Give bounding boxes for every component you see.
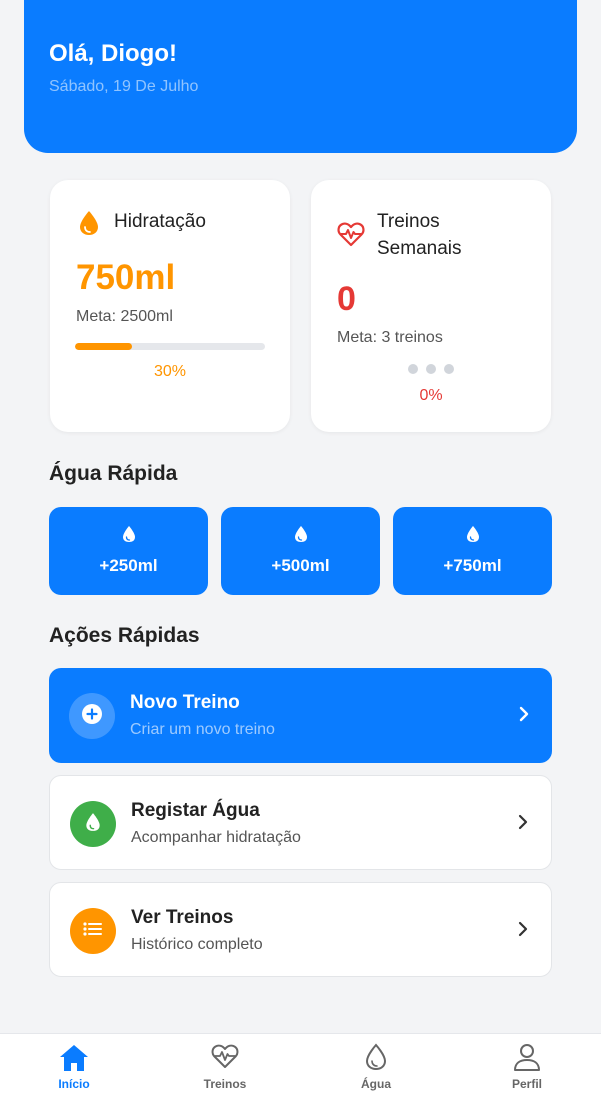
add-250ml-label: +250ml: [99, 556, 158, 575]
water-drop-icon: [466, 525, 480, 548]
water-drop-icon: [294, 525, 308, 548]
hydration-progress-fill: [75, 343, 132, 350]
workouts-progress-dots: [311, 364, 551, 374]
water-drop-icon: [85, 812, 101, 837]
log-water-subtitle: Acompanhar hidratação: [131, 829, 301, 846]
log-water-icon-circle: [70, 801, 116, 847]
chevron-right-icon: [517, 920, 529, 943]
header-banner: Olá, Diogo! Sábado, 19 De Julho: [24, 0, 577, 153]
hydration-card[interactable]: Hidratação 750ml Meta: 2500ml 30%: [50, 180, 290, 432]
add-750ml-button[interactable]: +750ml: [393, 507, 552, 595]
water-drop-icon: [76, 209, 102, 242]
quick-water-title: Água Rápida: [49, 462, 178, 485]
heartbeat-icon: [210, 1043, 240, 1074]
workouts-title-line2: Semanais: [377, 238, 462, 259]
workout-dot: [444, 364, 454, 374]
new-workout-title: Novo Treino: [130, 692, 240, 713]
log-water-button[interactable]: Registar Água Acompanhar hidratação: [49, 775, 552, 870]
add-750ml-label: +750ml: [443, 556, 502, 575]
plus-circle-icon: [81, 703, 103, 730]
workouts-percent: 0%: [419, 387, 443, 404]
workout-dot: [408, 364, 418, 374]
user-icon: [513, 1043, 541, 1076]
workouts-title-line1: Treinos: [377, 211, 440, 232]
hydration-percent: 30%: [153, 363, 187, 380]
view-workouts-subtitle: Histórico completo: [131, 936, 263, 953]
chevron-right-icon: [518, 705, 530, 728]
hydration-progress-bar: [75, 343, 265, 350]
chevron-right-icon: [517, 813, 529, 836]
water-drop-icon: [122, 525, 136, 548]
view-workouts-button[interactable]: Ver Treinos Histórico completo: [49, 882, 552, 977]
nav-item-workouts[interactable]: Treinos: [175, 1034, 275, 1093]
weekly-workouts-card[interactable]: Treinos Semanais 0 Meta: 3 treinos 0%: [311, 180, 551, 432]
workout-dot: [426, 364, 436, 374]
nav-item-water[interactable]: Água: [326, 1034, 426, 1093]
bottom-nav: Início Treinos Água Perfil: [0, 1033, 601, 1093]
add-500ml-button[interactable]: +500ml: [221, 507, 380, 595]
log-water-title: Registar Água: [131, 800, 260, 821]
view-workouts-icon-circle: [70, 908, 116, 954]
quick-actions-title: Ações Rápidas: [49, 624, 200, 647]
hydration-goal: Meta: 2500ml: [76, 308, 173, 325]
add-500ml-label: +500ml: [271, 556, 330, 575]
add-250ml-button[interactable]: +250ml: [49, 507, 208, 595]
new-workout-subtitle: Criar um novo treino: [130, 721, 275, 738]
new-workout-button[interactable]: Novo Treino Criar um novo treino: [49, 668, 552, 763]
nav-label-home: Início: [58, 1077, 90, 1091]
nav-item-profile[interactable]: Perfil: [477, 1034, 577, 1093]
workouts-value: 0: [337, 280, 356, 318]
view-workouts-title: Ver Treinos: [131, 907, 234, 928]
greeting: Olá, Diogo!: [49, 40, 177, 67]
nav-item-home[interactable]: Início: [24, 1034, 124, 1093]
hydration-value: 750ml: [76, 258, 176, 297]
new-workout-icon-circle: [69, 693, 115, 739]
nav-label-workouts: Treinos: [203, 1077, 247, 1091]
nav-label-water: Água: [361, 1077, 391, 1091]
nav-label-profile: Perfil: [511, 1077, 542, 1091]
workouts-goal: Meta: 3 treinos: [337, 329, 443, 346]
workouts-title: Treinos Semanais: [377, 208, 462, 262]
home-icon: [58, 1043, 90, 1078]
water-drop-icon: [365, 1043, 387, 1076]
list-icon: [82, 921, 104, 942]
hydration-title: Hidratação: [114, 211, 206, 232]
current-date: Sábado, 19 De Julho: [49, 78, 199, 95]
heartbeat-icon: [337, 221, 365, 252]
